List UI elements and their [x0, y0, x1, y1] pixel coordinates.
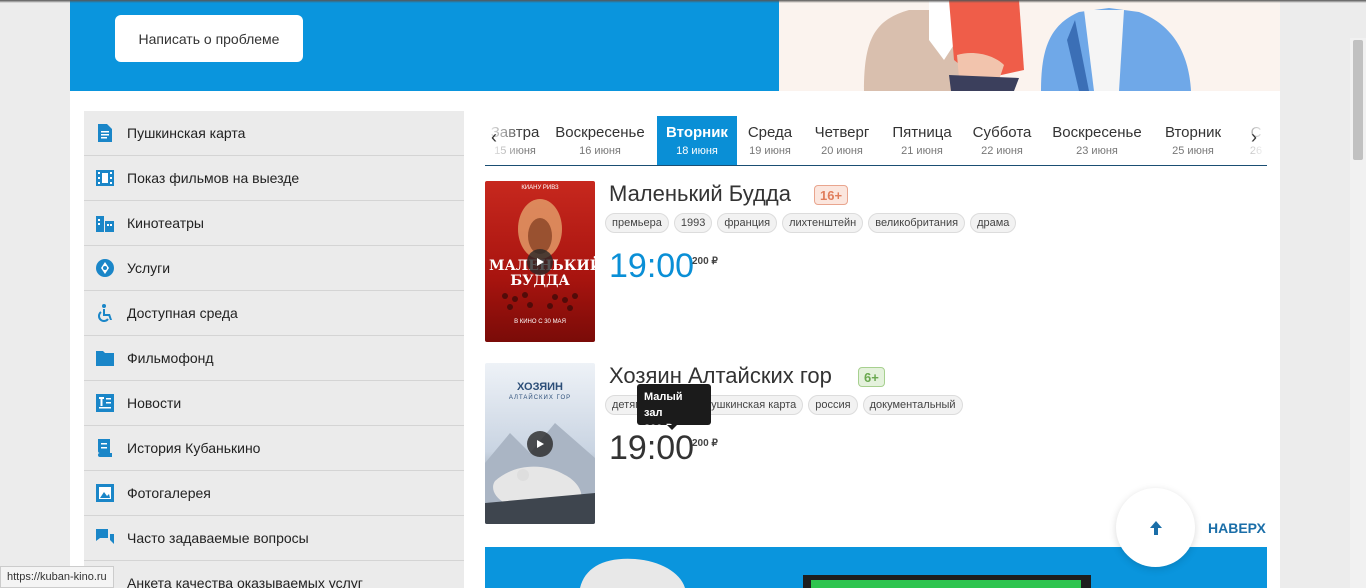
movie-title[interactable]: Маленький Будда [609, 181, 791, 207]
sidebar-item-label: Анкета качества оказываемых услуг [127, 575, 363, 588]
sidebar-item-label: Кинотеатры [127, 215, 204, 231]
tag[interactable]: россия [808, 395, 858, 415]
folder-icon [96, 349, 114, 367]
play-trailer-button[interactable] [527, 249, 553, 275]
building-icon [96, 214, 114, 232]
sidebar-item-history[interactable]: История Кубанькино [84, 426, 464, 471]
sidebar-item-label: Доступная среда [127, 305, 238, 321]
tag[interactable]: великобритания [868, 213, 966, 233]
tag[interactable]: пушкинская карта [698, 395, 804, 415]
tag[interactable]: документальный [862, 395, 963, 415]
page: Написать о проблеме Пушкинская карта Пок… [70, 0, 1280, 588]
sidebar-item-label: Фильмофонд [127, 350, 214, 366]
aperture-icon [96, 259, 114, 277]
sidebar-menu: Пушкинская карта Показ фильмов на выезде… [84, 111, 464, 588]
age-rating-badge: 16+ [814, 185, 849, 205]
sidebar-item-accessibility[interactable]: Доступная среда [84, 291, 464, 336]
sidebar-item-label: Часто задаваемые вопросы [127, 530, 309, 546]
date-tab[interactable]: Пятница 21 июня [889, 116, 955, 165]
date-tab[interactable]: Воскресенье 23 июня [1049, 116, 1145, 165]
showtime-button[interactable]: 19:00 [609, 247, 694, 286]
sidebar-item-label: Фотогалерея [127, 485, 211, 501]
tag[interactable]: франция [717, 213, 778, 233]
gallery-icon [96, 484, 114, 502]
showtime-price: 200 ₽ [692, 438, 718, 449]
sidebar-item-label: История Кубанькино [127, 440, 261, 456]
sidebar-item-faq[interactable]: Часто задаваемые вопросы [84, 516, 464, 561]
date-tab[interactable]: Воскресенье 16 июня [551, 116, 649, 165]
sidebar-item-label: Пушкинская карта [127, 125, 246, 141]
status-bar-url: https://kuban-kino.ru [0, 566, 114, 588]
chevron-right-icon[interactable]: › [1251, 127, 1257, 148]
wheelchair-icon [96, 304, 114, 322]
date-tab[interactable]: Среда 19 июня [745, 116, 795, 165]
sidebar-item-film-fund[interactable]: Фильмофонд [84, 336, 464, 381]
movie-poster[interactable]: КИАНУ РИВЗ МАЛЕНЬКИЙ БУДДА В КИНО С 30 М… [485, 181, 595, 342]
sidebar-item-cinemas[interactable]: Кинотеатры [84, 201, 464, 246]
news-icon [96, 394, 114, 412]
film-icon [96, 169, 114, 187]
scroll-top-label[interactable]: НАВЕРХ [1208, 520, 1266, 536]
banner-illustration [779, 0, 1280, 91]
chat-icon [96, 529, 114, 547]
report-problem-button[interactable]: Написать о проблеме [115, 15, 303, 62]
sidebar-item-quality-survey[interactable]: Анкета качества оказываемых услуг [84, 561, 464, 588]
scrollbar-thumb[interactable] [1353, 40, 1363, 160]
tag[interactable]: лихтенштейн [782, 213, 864, 233]
date-tab[interactable]: Четверг 20 июня [811, 116, 873, 165]
feedback-banner: Написать о проблеме [70, 0, 779, 91]
sidebar-item-label: Показ фильмов на выезде [127, 170, 300, 186]
date-selector: Завтра 15 июня Воскресенье 16 июня Вторн… [485, 111, 1267, 166]
showtime-price: 200 ₽ [692, 256, 718, 267]
chevron-left-icon[interactable]: ‹ [491, 127, 497, 148]
play-trailer-button[interactable] [527, 431, 553, 457]
tag[interactable]: 1993 [673, 213, 713, 233]
sidebar-item-news[interactable]: Новости [84, 381, 464, 426]
sidebar-item-label: Новости [127, 395, 182, 411]
play-icon [537, 440, 544, 448]
sidebar-item-label: Услуги [127, 260, 171, 276]
scroll-icon [96, 439, 114, 457]
tag[interactable]: премьера [605, 213, 669, 233]
date-tab[interactable]: Вторник 25 июня [1161, 116, 1225, 165]
movie-card: КИАНУ РИВЗ МАЛЕНЬКИЙ БУДДА В КИНО С 30 М… [485, 181, 1267, 346]
tag[interactable]: драма [970, 213, 1017, 233]
date-tab[interactable]: Суббота 22 июня [971, 116, 1033, 165]
scroll-top-button[interactable] [1116, 488, 1195, 567]
showtime-tooltip: Малый зал 200 ₽ [637, 384, 711, 435]
document-icon [96, 124, 114, 142]
sidebar-item-outdoor-screenings[interactable]: Показ фильмов на выезде [84, 156, 464, 201]
sidebar-item-services[interactable]: Услуги [84, 246, 464, 291]
play-icon [537, 258, 544, 266]
sidebar-item-photo-gallery[interactable]: Фотогалерея [84, 471, 464, 516]
movie-poster[interactable]: ХОЗЯИН АЛТАЙСКИХ ГОР [485, 363, 595, 524]
sidebar-item-pushkin-card[interactable]: Пушкинская карта [84, 111, 464, 156]
arrow-up-icon [1149, 520, 1162, 535]
age-rating-badge: 6+ [858, 367, 885, 387]
date-tab-active[interactable]: Вторник 18 июня [657, 116, 737, 165]
movie-tags: премьера 1993 франция лихтенштейн велико… [605, 213, 1017, 233]
